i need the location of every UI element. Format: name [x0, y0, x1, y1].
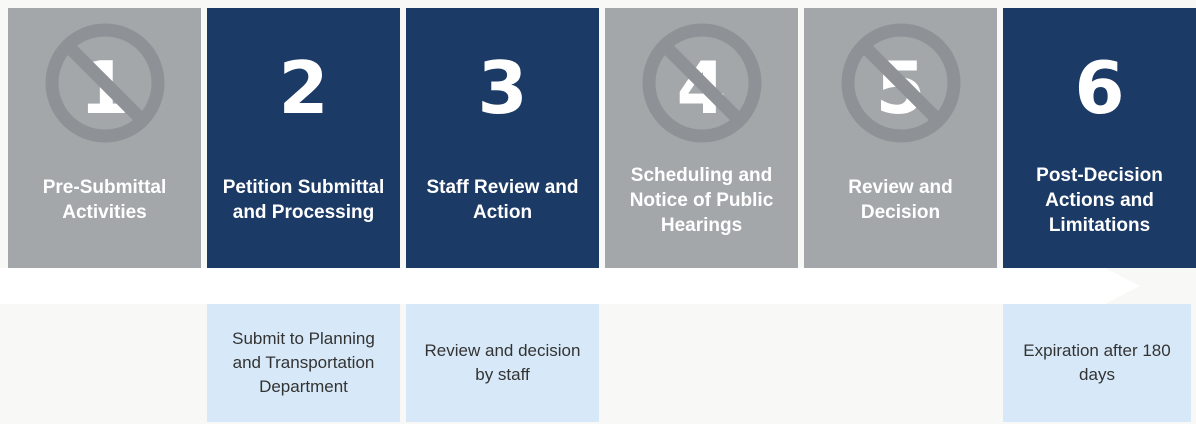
step-label: Petition Submittal and Processing	[222, 177, 385, 223]
step-3: 3 Staff Review and Action	[406, 8, 599, 268]
step-label: Review and Decision	[848, 177, 953, 223]
step-label: Staff Review and Action	[426, 177, 579, 223]
step-label: Pre-Submittal Activities	[42, 177, 167, 223]
step-6-detail: Expiration after 180 days	[1003, 304, 1191, 422]
step-number: 3	[477, 46, 528, 130]
step-2-detail: Submit to Planning and Transportation De…	[207, 304, 400, 422]
step-4: 4 Scheduling and Notice of Public Hearin…	[605, 8, 798, 268]
step-number: 6	[1074, 46, 1125, 130]
step-1: 1 Pre-Submittal Activities	[8, 8, 201, 268]
step-label: Scheduling and Notice of Public Hearings	[629, 164, 774, 236]
step-number: 2	[278, 46, 329, 130]
prohibited-sign-icon	[45, 23, 165, 143]
step-5: 5 Review and Decision	[804, 8, 997, 268]
step-6: 6 Post-Decision Actions and Limitations	[1003, 8, 1196, 268]
step-3-detail: Review and decision by staff	[406, 304, 599, 422]
prohibited-sign-icon	[841, 23, 961, 143]
step-2: 2 Petition Submittal and Processing	[207, 8, 400, 268]
step-label: Post-Decision Actions and Limitations	[1036, 164, 1163, 236]
prohibited-sign-icon	[642, 23, 762, 143]
